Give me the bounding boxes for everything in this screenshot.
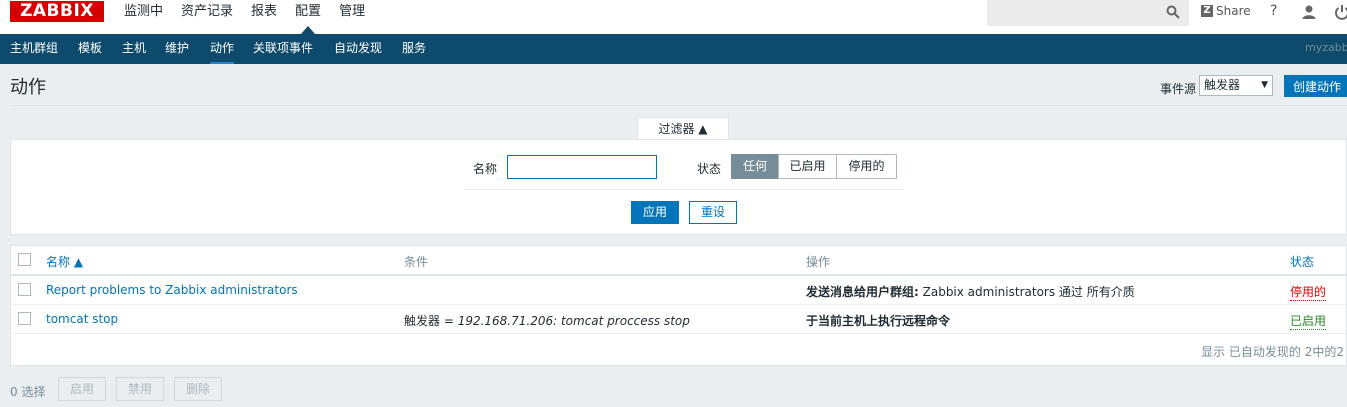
column-name[interactable]: 名称 ▲ xyxy=(46,253,83,270)
main-menu-inventory[interactable]: 资产记录 xyxy=(172,0,242,34)
create-action-button[interactable]: 创建动作 xyxy=(1284,75,1347,97)
page-title: 动作 xyxy=(10,77,46,98)
sub-menu-maintenance[interactable]: 维护 xyxy=(165,34,189,62)
mass-enable-button[interactable]: 启用 xyxy=(58,377,106,401)
search-input[interactable] xyxy=(987,0,1189,26)
filter-reset-button[interactable]: 重设 xyxy=(689,201,737,224)
status-option-disabled[interactable]: 停用的 xyxy=(836,154,897,179)
main-menu-monitoring[interactable]: 监测中 xyxy=(115,0,172,34)
help-icon[interactable]: ? xyxy=(1270,3,1277,19)
filter-name-label: 名称 xyxy=(473,162,498,176)
sub-menu-event-correlation[interactable]: 关联项事件 xyxy=(253,34,313,62)
action-condition: 触发器 = 192.168.71.206: tomcat proccess st… xyxy=(404,312,690,329)
top-bar: ZABBIX 监测中 资产记录 报表 配置 管理 Z Share ? xyxy=(0,0,1347,34)
sub-menu-services[interactable]: 服务 xyxy=(402,34,426,62)
main-menu-administration[interactable]: 管理 xyxy=(330,0,374,34)
status-option-enabled[interactable]: 已启用 xyxy=(778,154,837,179)
main-menu: 监测中 资产记录 报表 配置 管理 xyxy=(115,0,374,34)
sub-menu-hosts[interactable]: 主机 xyxy=(122,34,146,62)
filter-divider xyxy=(463,189,905,190)
column-status[interactable]: 状态 xyxy=(1290,253,1314,270)
sub-menu-templates[interactable]: 模板 xyxy=(78,34,102,62)
column-conditions: 条件 xyxy=(404,255,429,269)
action-operation: 于当前主机上执行远程命令 xyxy=(806,312,950,329)
row-checkbox[interactable] xyxy=(18,283,31,296)
dropdown-arrow-icon: ▼ xyxy=(1261,80,1268,90)
filter-name-input[interactable] xyxy=(507,155,657,179)
operation-type: 于当前主机上执行远程命令 xyxy=(806,314,951,328)
zabbix-logo[interactable]: ZABBIX xyxy=(10,1,104,22)
table-header: 名称 ▲ 条件 操作 状态 xyxy=(11,246,1347,276)
mass-disable-button[interactable]: 禁用 xyxy=(116,377,164,401)
sub-menu: 主机群组 模板 主机 维护 动作 关联项事件 自动发现 服务 myzabbix xyxy=(0,34,1347,64)
filter-apply-button[interactable]: 应用 xyxy=(631,201,679,224)
row-checkbox[interactable] xyxy=(18,312,31,325)
header-divider xyxy=(10,105,1347,106)
action-operation: 发送消息给用户群组: Zabbix administrators 通过 所有介质 xyxy=(806,283,1135,300)
action-name-link[interactable]: Report problems to Zabbix administrators xyxy=(46,283,298,297)
filter-panel: 名称 状态 任何 已启用 停用的 应用 重设 xyxy=(10,139,1347,235)
mass-delete-button[interactable]: 删除 xyxy=(174,377,222,401)
main-menu-configuration[interactable]: 配置 xyxy=(286,0,330,34)
server-name: myzabbix xyxy=(1305,41,1347,54)
status-toggle[interactable]: 已启用 xyxy=(1290,312,1327,330)
share-label: Share xyxy=(1216,4,1251,18)
actions-table: 名称 ▲ 条件 操作 状态 Report problems to Zabbix … xyxy=(10,245,1347,366)
column-operations: 操作 xyxy=(806,255,831,269)
condition-value: 192.168.71.206: tomcat proccess stop xyxy=(457,314,690,328)
event-source-label: 事件源 xyxy=(1160,82,1197,96)
operation-detail: Zabbix administrators 通过 所有介质 xyxy=(918,285,1135,299)
operation-type: 发送消息给用户群组: xyxy=(806,285,919,299)
search-icon[interactable] xyxy=(1166,5,1180,19)
table-row: Report problems to Zabbix administrators… xyxy=(11,276,1347,305)
selected-count: 0 选择 xyxy=(10,385,46,399)
share-icon: Z xyxy=(1201,5,1213,17)
user-profile-icon[interactable] xyxy=(1301,4,1317,20)
action-name-link[interactable]: tomcat stop xyxy=(46,312,118,326)
sub-menu-host-groups[interactable]: 主机群组 xyxy=(10,34,58,62)
sub-menu-discovery[interactable]: 自动发现 xyxy=(334,34,382,62)
share-link[interactable]: Z Share xyxy=(1201,4,1251,18)
event-source-select[interactable]: 触发器 ▼ xyxy=(1199,75,1273,96)
table-paging-info: 显示 已自动发现的 2中的2 xyxy=(1201,345,1344,359)
sign-out-icon[interactable] xyxy=(1334,4,1347,20)
event-source-value: 触发器 xyxy=(1204,78,1241,92)
status-option-any[interactable]: 任何 xyxy=(731,154,779,179)
condition-key: 触发器 = xyxy=(404,314,458,328)
select-all-checkbox[interactable] xyxy=(18,253,31,266)
filter-status-label: 状态 xyxy=(697,162,722,176)
status-toggle[interactable]: 停用的 xyxy=(1290,283,1327,301)
sub-menu-actions[interactable]: 动作 xyxy=(210,34,235,64)
table-row: tomcat stop 触发器 = 192.168.71.206: tomcat… xyxy=(11,305,1347,334)
main-menu-reports[interactable]: 报表 xyxy=(242,0,286,34)
filter-tab[interactable]: 过滤器 ▲ xyxy=(637,117,729,140)
